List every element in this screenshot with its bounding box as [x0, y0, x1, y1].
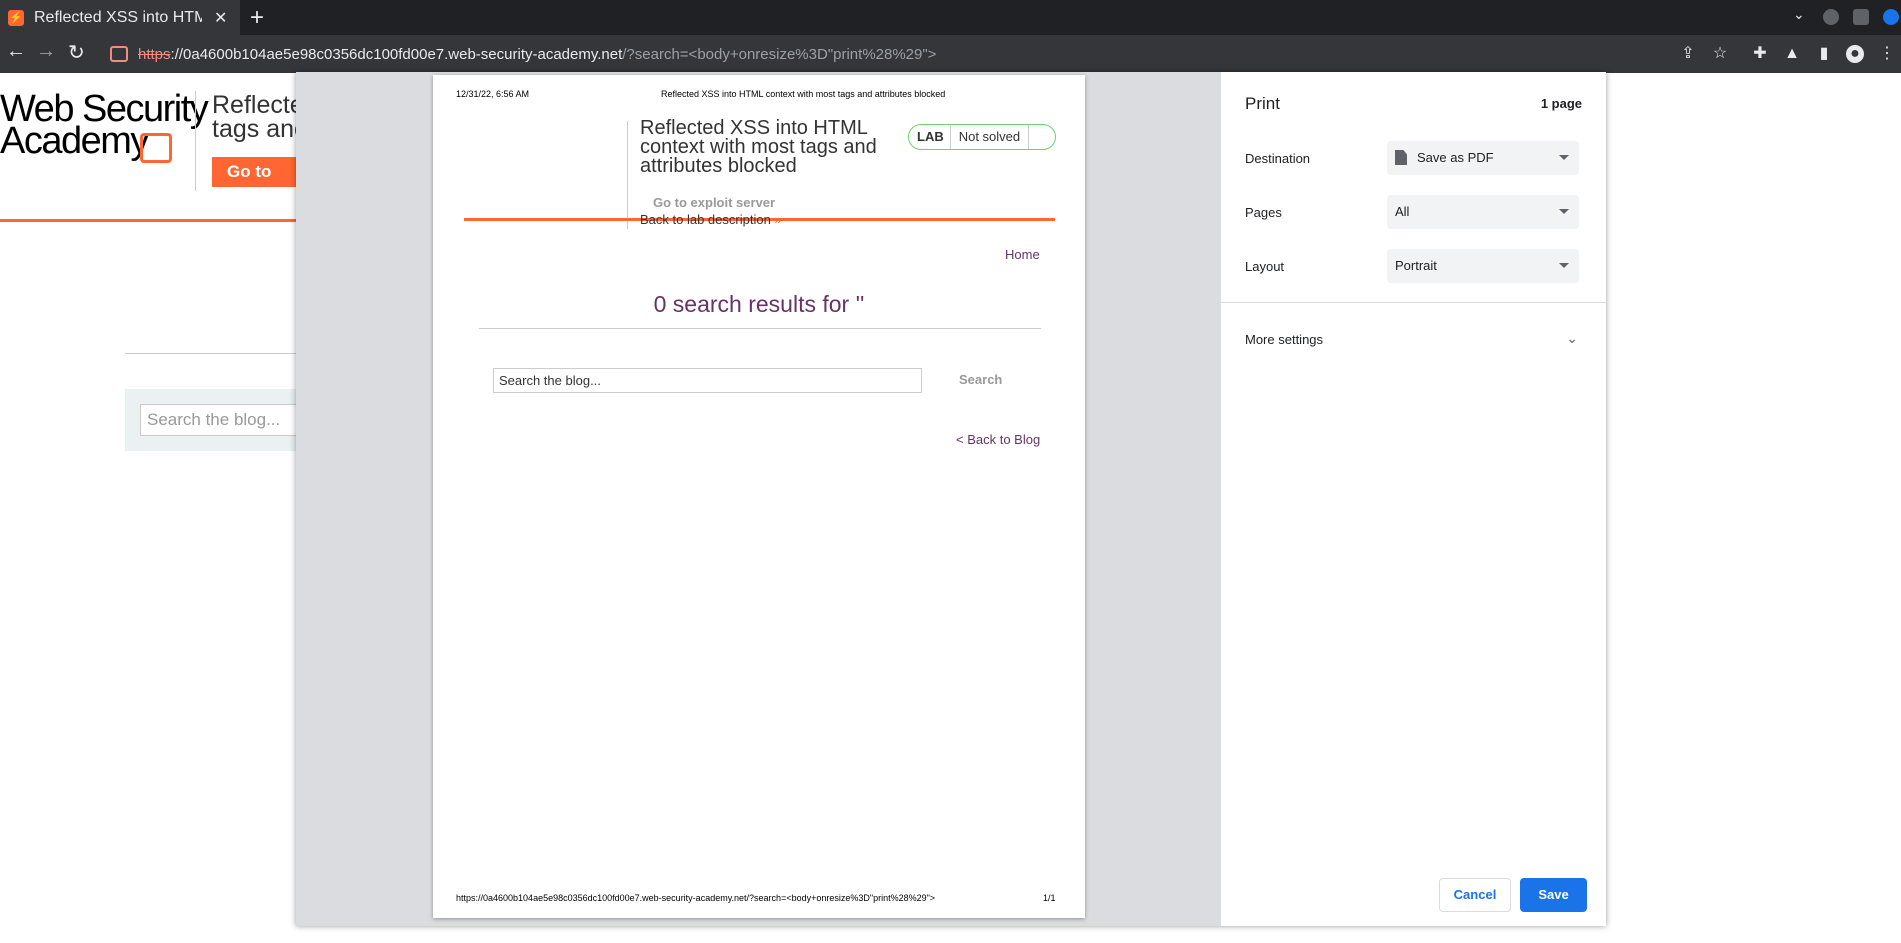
lab-title: Reflected XSS into HTML context with mos… [640, 117, 877, 177]
dropdown-arrow-icon [1559, 209, 1569, 214]
divider [1221, 302, 1606, 303]
search-input[interactable]: Search the blog... [140, 404, 305, 436]
logo-bolt-icon [140, 133, 172, 163]
double-chevron-icon: » [774, 212, 782, 227]
lab-label: LAB [909, 125, 951, 149]
layout-label: Layout [1245, 259, 1285, 274]
pages-select[interactable]: All [1387, 195, 1579, 229]
labs-icon[interactable]: ▲ [1783, 45, 1801, 63]
browser-tab[interactable]: ⚡ Reflected XSS into HTML c ✕ [0, 0, 240, 35]
url-path: /?search=<body+onresize%3D"print%28%29"> [622, 45, 937, 63]
chevron-down-icon[interactable]: ⌄ [1566, 330, 1578, 347]
minimize-icon[interactable] [1823, 9, 1839, 25]
share-icon[interactable]: ⇪ [1679, 45, 1697, 63]
preview-search-button: Search [959, 372, 1003, 387]
sidepanel-icon[interactable]: ▮ [1815, 45, 1833, 63]
star-icon[interactable]: ☆ [1711, 45, 1729, 63]
forward-arrow-icon[interactable]: → [36, 40, 56, 63]
search-results-heading: 0 search results for '' [653, 291, 865, 317]
dropdown-arrow-icon [1559, 263, 1569, 268]
address-bar[interactable]: https://0a4600b104ae5e98c0356dc100fd00e7… [100, 39, 1670, 69]
tab-title: Reflected XSS into HTML c [34, 8, 202, 26]
divider [195, 91, 196, 191]
divider [0, 219, 300, 222]
tab-strip: ⚡ Reflected XSS into HTML c ✕ + ⌄ [0, 0, 1901, 35]
save-button[interactable]: Save [1520, 878, 1587, 912]
url-scheme: https [138, 45, 171, 63]
divider [479, 328, 1041, 329]
back-arrow-icon[interactable]: ← [6, 40, 26, 63]
print-date: 12/31/22, 6:56 AM [456, 89, 530, 99]
destination-label: Destination [1245, 151, 1311, 166]
page-title: Reflecte tags anc [212, 91, 307, 143]
back-to-blog-link: < Back to Blog [956, 432, 1041, 447]
close-icon[interactable]: ✕ [214, 8, 227, 28]
close-window-icon[interactable] [1883, 9, 1899, 25]
extensions-icon[interactable]: ✚ [1751, 45, 1769, 63]
url-host: ://0a4600b104ae5e98c0356dc100fd00e7.web-… [170, 45, 623, 63]
exploit-server-link: Go to exploit server [653, 195, 776, 210]
reload-icon[interactable]: ↻ [68, 40, 85, 65]
layout-select[interactable]: Portrait [1387, 249, 1579, 283]
menu-icon[interactable]: ⋮ [1878, 45, 1896, 63]
divider [627, 121, 628, 229]
lab-status-badge: LAB Not solved [908, 124, 1056, 150]
web-security-academy-logo[interactable]: Web Security Academy [0, 90, 209, 160]
profile-icon[interactable]: ● [1846, 45, 1864, 63]
home-link: Home [1005, 247, 1040, 262]
pages-label: Pages [1245, 205, 1282, 220]
page-count: 1 page [1540, 96, 1582, 111]
maximize-icon[interactable] [1853, 9, 1869, 25]
back-to-lab-link: Back to lab description » [640, 212, 782, 227]
print-footer-page: 1/1 [1043, 893, 1056, 903]
more-settings-toggle[interactable]: More settings [1245, 332, 1323, 347]
new-tab-icon[interactable]: + [250, 4, 264, 32]
print-footer-url: https://0a4600b104ae5e98c0356dc100fd00e7… [456, 893, 936, 903]
not-secure-icon [110, 46, 128, 62]
go-to-exploit-server-button[interactable]: Go to exp [212, 157, 302, 201]
preview-page: 12/31/22, 6:56 AM Reflected XSS into HTM… [433, 75, 1085, 918]
print-settings-panel: Print 1 page Destination Save as PDF Pag… [1221, 72, 1606, 926]
dropdown-arrow-icon [1559, 155, 1569, 160]
print-header-title: Reflected XSS into HTML context with mos… [661, 89, 946, 99]
status-text: Not solved [951, 125, 1029, 149]
print-preview-area: 12/31/22, 6:56 AM Reflected XSS into HTM… [296, 72, 1221, 926]
document-icon [1395, 150, 1407, 165]
search-panel: Search the blog... [125, 389, 305, 451]
destination-select[interactable]: Save as PDF [1387, 141, 1579, 175]
cancel-button[interactable]: Cancel [1439, 878, 1511, 912]
preview-search-input: Search the blog... [493, 368, 922, 393]
lab-favicon-icon: ⚡ [8, 9, 24, 26]
print-dialog: 12/31/22, 6:56 AM Reflected XSS into HTM… [296, 72, 1606, 926]
divider [125, 353, 305, 354]
browser-toolbar: ← → ↻ https://0a4600b104ae5e98c0356dc100… [0, 35, 1901, 73]
print-title: Print [1245, 94, 1280, 113]
chevron-down-icon[interactable]: ⌄ [1793, 6, 1805, 23]
